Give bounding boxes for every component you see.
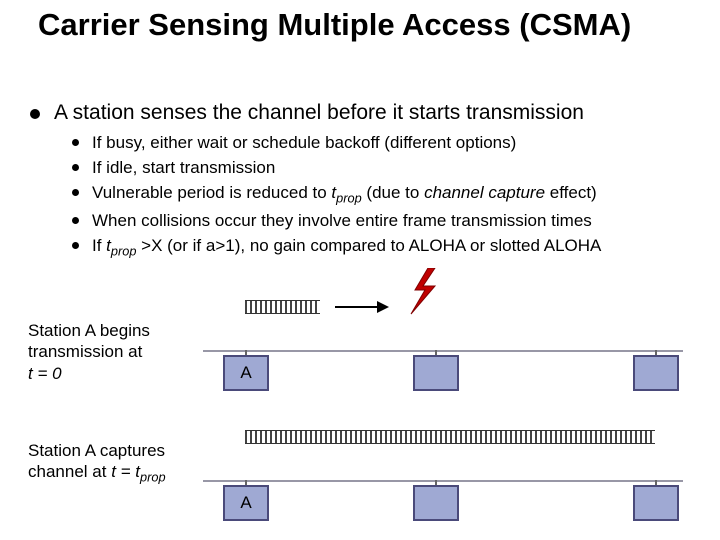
diagram-capture: Station A captures channel at t = tprop … <box>28 430 698 530</box>
arrow-right-icon <box>333 297 393 317</box>
body: A station senses the channel before it s… <box>28 100 698 263</box>
transmission-hatch-long <box>245 430 655 444</box>
slide-title: Carrier Sensing Multiple Access (CSMA) <box>38 8 678 42</box>
caption-capture: Station A captures channel at t = tprop <box>28 440 203 486</box>
bullet-main: A station senses the channel before it s… <box>28 100 698 126</box>
wire-1 <box>203 350 683 352</box>
station-a: A <box>223 355 269 391</box>
timeline-1: A <box>203 300 698 400</box>
timeline-2: A <box>203 430 698 530</box>
slide: Carrier Sensing Multiple Access (CSMA) A… <box>0 0 720 540</box>
station-a-2: A <box>223 485 269 521</box>
station-right-2 <box>633 485 679 521</box>
bullet-main-text: A station senses the channel before it s… <box>54 101 584 124</box>
sub-bullets: If busy, either wait or schedule backoff… <box>70 132 698 260</box>
collision-bolt-icon <box>403 268 443 318</box>
sub-bullet-4: When collisions occur they involve entir… <box>70 210 698 232</box>
diagram-begin: Station A begins transmission at t = 0 A <box>28 300 698 410</box>
station-middle <box>413 355 459 391</box>
caption-begin: Station A begins transmission at t = 0 <box>28 320 203 384</box>
transmission-hatch-short <box>245 300 320 314</box>
sub-bullet-3: Vulnerable period is reduced to tprop (d… <box>70 182 698 207</box>
wire-2 <box>203 480 683 482</box>
sub-bullet-2: If idle, start transmission <box>70 157 698 179</box>
sub-bullet-5: If tprop >X (or if a>1), no gain compare… <box>70 235 698 260</box>
station-middle-2 <box>413 485 459 521</box>
sub-bullet-1: If busy, either wait or schedule backoff… <box>70 132 698 154</box>
station-right <box>633 355 679 391</box>
